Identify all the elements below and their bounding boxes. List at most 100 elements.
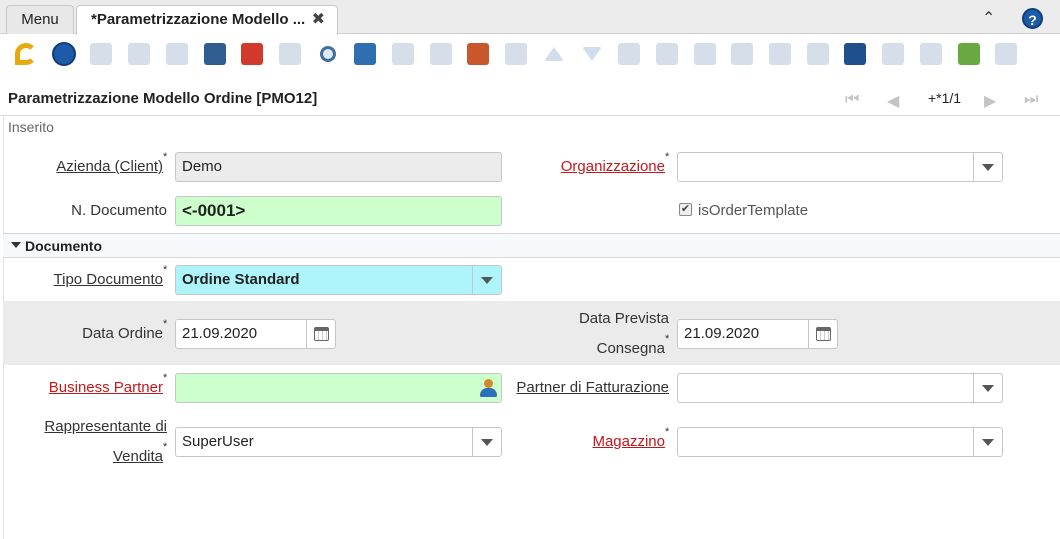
required-mark: * [163,372,168,384]
status-text: Inserito [8,119,54,135]
section-label: Documento [25,238,102,254]
save-icon [204,43,226,65]
find-icon [320,46,336,62]
import-button[interactable] [955,40,983,68]
chevron-down-icon[interactable] [472,428,501,456]
report-icon [618,43,640,65]
refresh-icon [279,43,301,65]
help-icon [52,42,76,66]
chevron-down-icon[interactable] [973,153,1002,181]
collapse-section-icon[interactable] [11,242,21,248]
copy-record-button[interactable] [125,40,153,68]
post-it-icon [995,43,1017,65]
warehouse-label[interactable]: Magazzino [592,433,665,450]
bp-field[interactable] [175,373,502,403]
orderdate-label: Data Ordine [82,325,163,342]
orderdate-value: 21.09.2020 [182,325,258,342]
new-record-icon [90,43,112,65]
chevron-down-icon[interactable] [472,266,501,294]
print-icon [694,43,716,65]
chevron-down-icon[interactable] [973,428,1002,456]
page-title: Parametrizzazione Modello Ordine [PMO12] [8,90,318,107]
chat-button[interactable] [389,40,417,68]
customize-button[interactable] [841,40,869,68]
promised-label-line1: Data Prevista [578,310,669,327]
docno-field[interactable]: <-0001> [175,196,502,226]
find-button[interactable] [314,40,342,68]
attachment-icon [354,43,376,65]
help-button[interactable] [50,40,78,68]
save-button[interactable] [201,40,229,68]
salesrep-field[interactable]: SuperUser [175,427,502,457]
save-and-create-button[interactable] [238,40,266,68]
org-field[interactable] [677,152,1003,182]
new-record-button[interactable] [87,40,115,68]
zoom-across-icon [731,43,753,65]
template-checkbox[interactable]: ✔ [679,203,692,216]
docno-label: N. Documento [71,202,167,219]
delete-button[interactable] [163,40,191,68]
archive-icon [430,43,452,65]
orderdate-field[interactable]: 21.09.2020 [175,319,336,349]
zoom-across-button[interactable] [728,40,756,68]
process-gear-icon [882,43,904,65]
grid-toggle-icon [467,43,489,65]
print-button[interactable] [691,40,719,68]
collapse-icon[interactable]: ⌃ [982,8,995,28]
refresh-button[interactable] [276,40,304,68]
close-icon[interactable]: ✖ [312,6,325,34]
previous-record-icon [544,47,564,61]
promised-date-field[interactable]: 21.09.2020 [677,319,838,349]
grid-toggle-button[interactable] [464,40,492,68]
tab-active-window[interactable]: *Parametrizzazione Modello ... ✖ [76,5,338,35]
chart-button[interactable] [804,40,832,68]
archive-button[interactable] [427,40,455,68]
attachment-button[interactable] [351,40,379,68]
warehouse-field[interactable] [677,427,1003,457]
required-mark: * [163,151,168,163]
process-gear-button[interactable] [879,40,907,68]
export-icon [920,43,942,65]
next-record-button[interactable] [578,40,606,68]
next-record-icon [582,47,602,61]
report-button[interactable] [615,40,643,68]
chart-icon [807,43,829,65]
promised-date-value: 21.09.2020 [684,325,760,342]
multi-row-button[interactable] [502,40,530,68]
calendar-icon[interactable] [808,320,837,348]
billpartner-label: Partner di Fatturazione [516,379,669,396]
salesrep-value: SuperUser [182,433,254,450]
bp-label[interactable]: Business Partner [49,379,163,396]
delete-icon [166,43,188,65]
chevron-down-icon[interactable] [973,374,1002,402]
previous-record-button[interactable] [540,40,568,68]
export-button[interactable] [917,40,945,68]
next-record-nav-icon[interactable]: ▶ [984,91,996,111]
business-partner-icon[interactable] [479,378,497,398]
workflow-icon [769,43,791,65]
section-documento[interactable]: Documento [3,233,1060,258]
tab-bar: Menu *Parametrizzazione Modello ... ✖ ⌃ … [0,0,1060,35]
workflow-button[interactable] [766,40,794,68]
previous-record-nav-icon[interactable]: ◀ [887,91,899,111]
global-help-icon[interactable]: ? [1022,8,1043,29]
billpartner-field[interactable] [677,373,1003,403]
archived-docs-icon [656,43,678,65]
required-mark: * [665,151,670,163]
calendar-icon[interactable] [306,320,335,348]
tab-menu[interactable]: Menu [6,5,74,34]
first-record-icon[interactable]: ⏮ [845,91,859,109]
doctype-field[interactable]: Ordine Standard [175,265,502,295]
client-field[interactable]: Demo [175,152,502,182]
post-it-button[interactable] [992,40,1020,68]
archived-docs-button[interactable] [653,40,681,68]
required-mark: * [665,333,670,345]
undo-button[interactable] [12,40,40,68]
record-indicator: +*1/1 [928,90,962,106]
chat-icon [392,43,414,65]
save-and-create-icon [241,43,263,65]
multi-row-icon [505,43,527,65]
last-record-icon[interactable]: ⏭ [1024,91,1038,109]
customize-icon [844,43,866,65]
org-label[interactable]: Organizzazione [561,158,665,175]
